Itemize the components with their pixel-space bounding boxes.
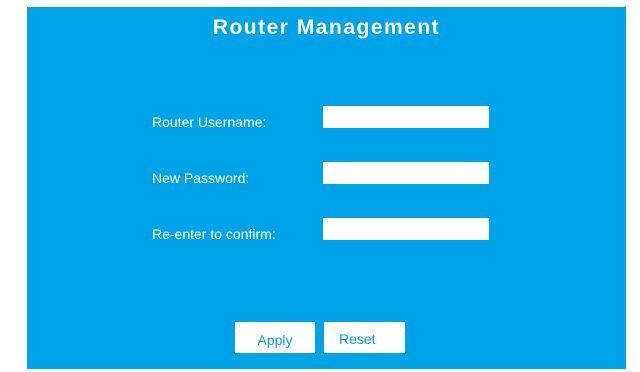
page-title: Router Management bbox=[212, 16, 441, 39]
router-username-input[interactable] bbox=[323, 106, 489, 128]
apply-button[interactable]: Apply bbox=[235, 322, 315, 353]
new-password-input[interactable] bbox=[323, 162, 489, 184]
reset-button[interactable]: Reset bbox=[324, 322, 405, 353]
new-password-label: New Password: bbox=[152, 170, 250, 186]
router-management-panel: Router Management Router Username: New P… bbox=[27, 7, 626, 369]
router-username-label: Router Username: bbox=[152, 114, 267, 130]
confirm-password-input[interactable] bbox=[323, 218, 489, 240]
confirm-password-label: Re-enter to confirm: bbox=[152, 226, 276, 242]
